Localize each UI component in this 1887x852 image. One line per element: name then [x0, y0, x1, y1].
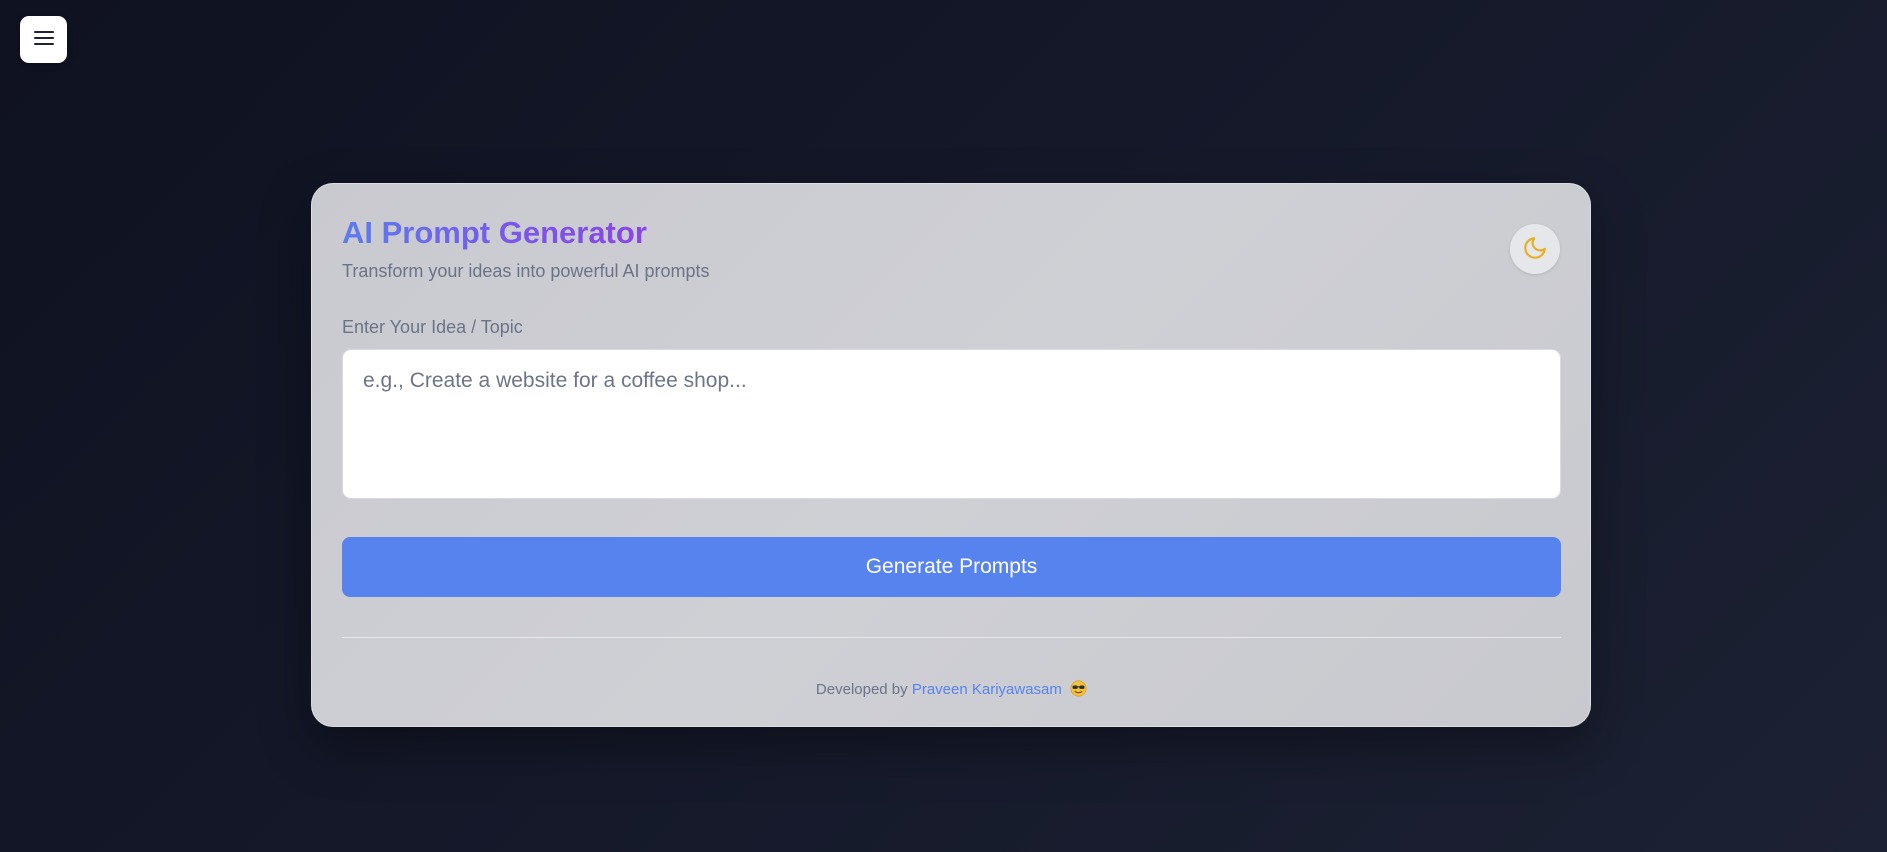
menu-button[interactable] [20, 16, 67, 63]
generate-prompts-button[interactable]: Generate Prompts [342, 537, 1561, 597]
hamburger-menu-icon [33, 30, 54, 49]
author-link[interactable]: Praveen Kariyawasam [912, 681, 1062, 698]
idea-input-label: Enter Your Idea / Topic [342, 317, 523, 337]
prompt-generator-card: AI Prompt Generator Transform your ideas… [311, 183, 1591, 727]
idea-input[interactable] [342, 349, 1561, 499]
footer: Developed by Praveen Kariyawasam [342, 680, 1561, 701]
divider [342, 637, 1561, 638]
footer-prefix: Developed by [815, 681, 908, 698]
page-title: AI Prompt Generator [342, 215, 647, 250]
moon-icon [1522, 235, 1548, 264]
theme-toggle-button[interactable] [1510, 224, 1560, 274]
page-subtitle: Transform your ideas into powerful AI pr… [342, 261, 710, 281]
sunglasses-face-icon [1070, 680, 1087, 701]
